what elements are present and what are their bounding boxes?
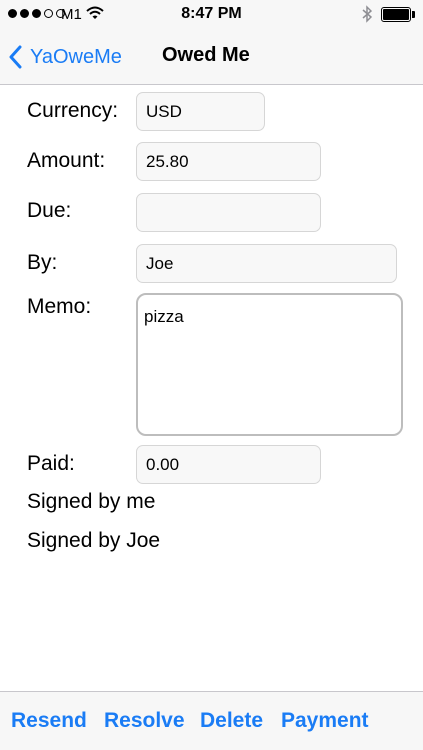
amount-field[interactable] [136, 142, 321, 181]
bottom-toolbar: Resend Resolve Delete Payment [0, 691, 423, 750]
back-button-label: YaOweMe [30, 45, 122, 68]
signed-by-other-text: Signed by Joe [27, 529, 161, 552]
chevron-left-icon [9, 45, 22, 69]
battery-level [383, 9, 409, 20]
navigation-bar: YaOweMe Owed Me [0, 30, 423, 85]
resend-button[interactable]: Resend [11, 709, 87, 733]
delete-button[interactable]: Delete [200, 709, 263, 733]
battery-tip [412, 11, 415, 18]
paid-field[interactable] [136, 445, 321, 484]
by-label: By: [27, 251, 58, 274]
memo-textarea[interactable]: pizza [136, 293, 403, 436]
memo-label: Memo: [27, 295, 92, 318]
due-label: Due: [27, 199, 72, 222]
currency-label: Currency: [27, 99, 119, 122]
back-button[interactable]: YaOweMe [8, 41, 122, 73]
status-bar: M1 8:47 PM [0, 0, 423, 30]
amount-label: Amount: [27, 149, 106, 172]
page-title: Owed Me [162, 44, 250, 66]
paid-label: Paid: [27, 452, 75, 475]
by-field[interactable] [136, 244, 397, 283]
battery-icon [381, 7, 411, 22]
signed-by-me-text: Signed by me [27, 490, 156, 513]
payment-button[interactable]: Payment [281, 709, 369, 733]
due-field[interactable] [136, 193, 321, 232]
currency-field[interactable] [136, 92, 265, 131]
resolve-button[interactable]: Resolve [104, 709, 185, 733]
status-time: 8:47 PM [181, 5, 242, 22]
bluetooth-icon [362, 5, 373, 28]
